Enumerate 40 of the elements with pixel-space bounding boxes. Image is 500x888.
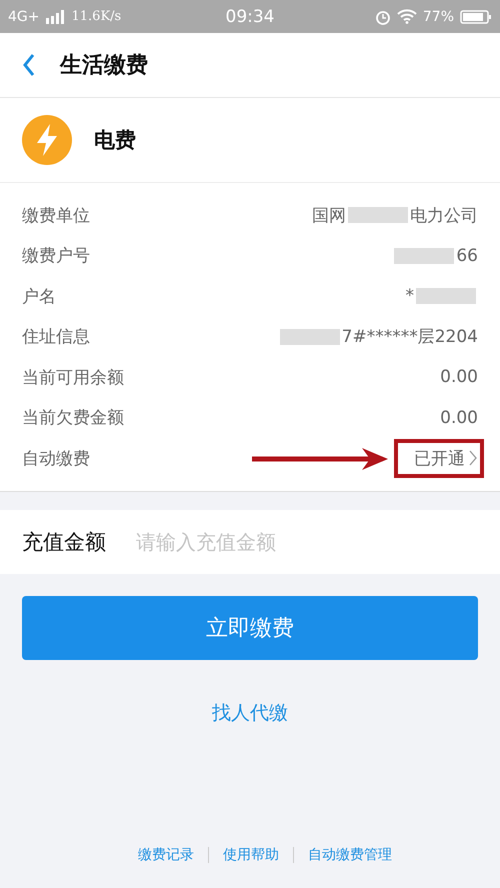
signal-icon <box>46 10 66 24</box>
annotation-arrow-icon <box>250 446 390 470</box>
auto-pay-link[interactable]: 已开通 <box>394 438 484 478</box>
field-value: 7#******层2204 <box>342 326 478 348</box>
field-label: 户名 <box>22 286 56 308</box>
field-value: 0.00 <box>440 367 478 388</box>
wifi-icon <box>396 9 417 24</box>
network-type: 4G+ <box>8 8 40 24</box>
field-value: 国网 <box>312 204 346 227</box>
blurred-block <box>348 207 408 224</box>
footer-link[interactable]: 缴费记录 <box>138 846 194 864</box>
amount-input-field[interactable]: 请输入充值金额 <box>136 510 500 574</box>
amount-label: 充值金额 <box>0 510 136 574</box>
field-value: 电力公司 <box>410 204 478 227</box>
blurred-block <box>416 288 476 304</box>
footer-link[interactable]: 自动缴费管理 <box>308 846 392 864</box>
field-value: 66 <box>456 246 478 266</box>
network-speed: 11.6K/s <box>72 9 122 24</box>
field-label: 当前可用余额 <box>22 366 124 389</box>
field-label: 当前欠费金额 <box>22 407 124 430</box>
field-label: 自动缴费 <box>22 448 90 470</box>
blurred-block <box>280 328 340 345</box>
clock-time: 09:34 <box>226 6 274 26</box>
battery-percent: 77% <box>422 8 454 24</box>
field-value: * <box>406 286 414 306</box>
page-title: 生活缴费 <box>60 52 148 80</box>
service-name: 电费 <box>94 127 136 154</box>
back-icon[interactable] <box>22 53 36 77</box>
proxy-pay-link[interactable]: 找人代缴 <box>212 700 288 726</box>
field-label: 缴费单位 <box>22 204 90 227</box>
alarm-icon <box>374 8 391 24</box>
blurred-block <box>394 248 454 264</box>
field-label: 住址信息 <box>22 326 90 348</box>
field-label: 缴费户号 <box>22 245 90 268</box>
field-value: 0.00 <box>440 408 478 428</box>
lightning-icon <box>22 115 72 165</box>
chevron-icon <box>469 450 478 466</box>
pay-button[interactable]: 立即缴费 <box>22 596 478 660</box>
battery-icon <box>460 10 492 24</box>
footer-link[interactable]: 使用帮助 <box>223 846 279 864</box>
